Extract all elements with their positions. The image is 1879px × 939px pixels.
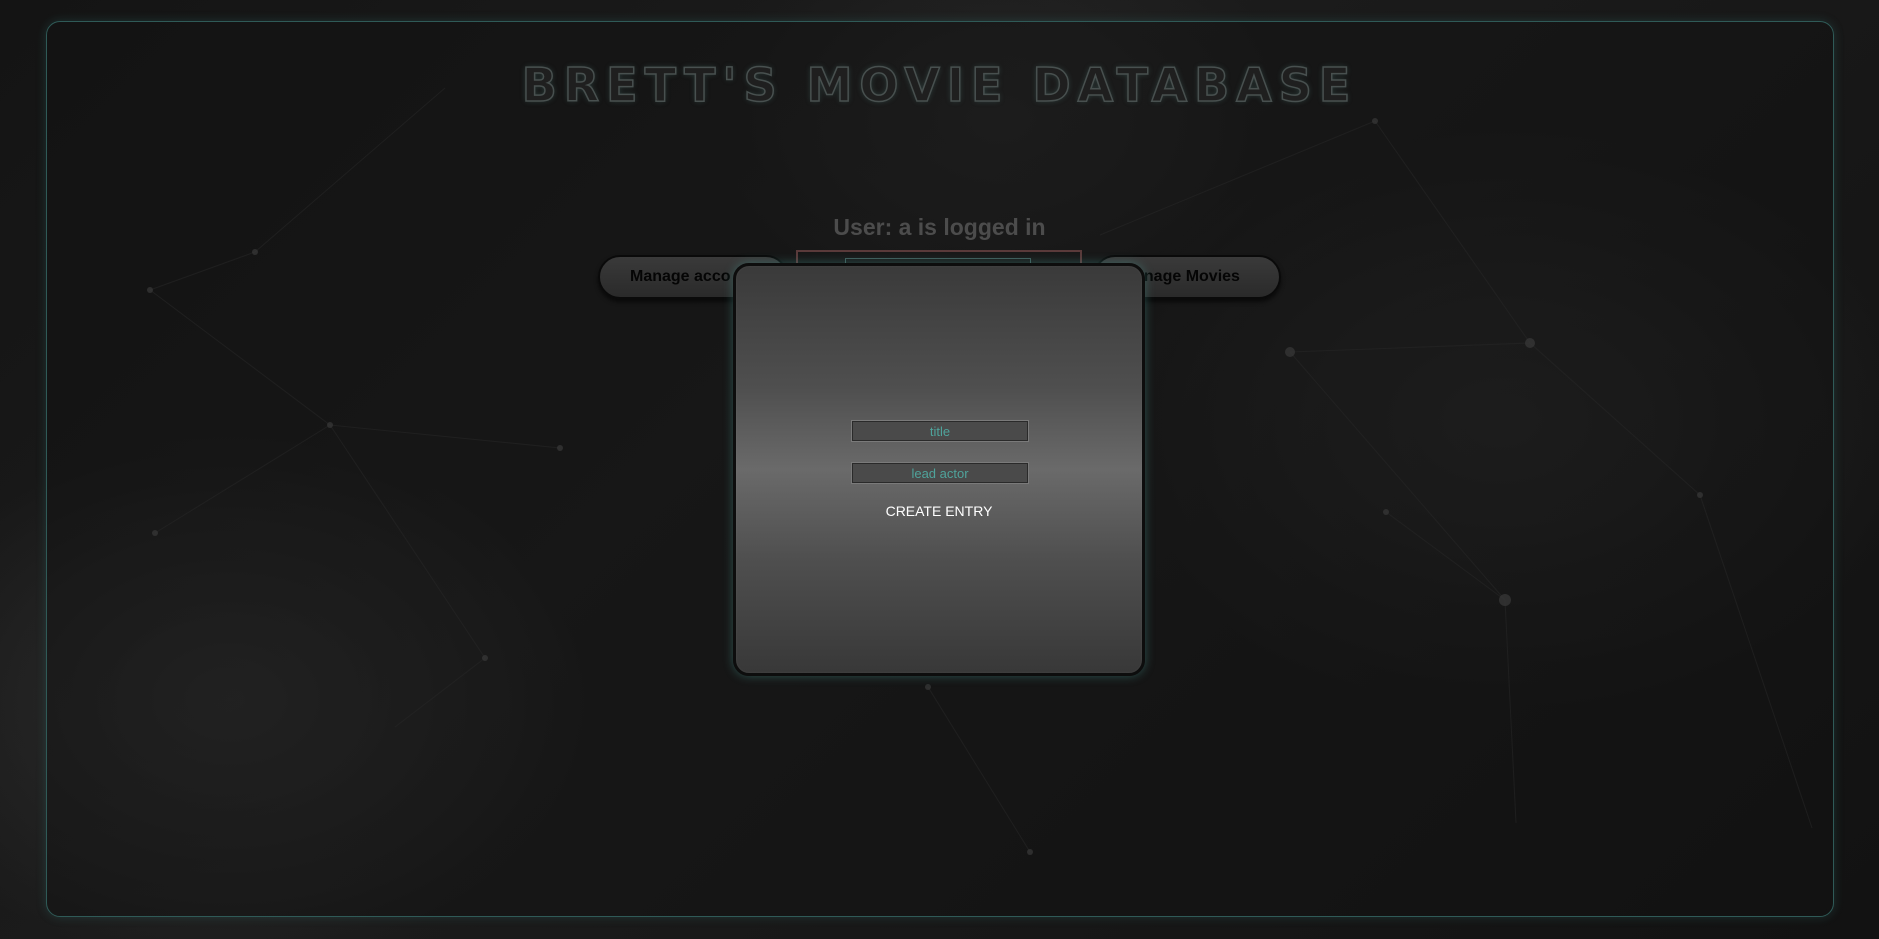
user-status-text: User: a is logged in [833, 214, 1046, 240]
lead-actor-input[interactable] [851, 462, 1029, 484]
title-input[interactable] [851, 420, 1029, 442]
create-entry-button[interactable]: CREATE ENTRY [736, 502, 1142, 520]
page-title: BRETT'S MOVIE DATABASE [521, 57, 1358, 113]
create-entry-modal: CREATE ENTRY [733, 263, 1145, 676]
